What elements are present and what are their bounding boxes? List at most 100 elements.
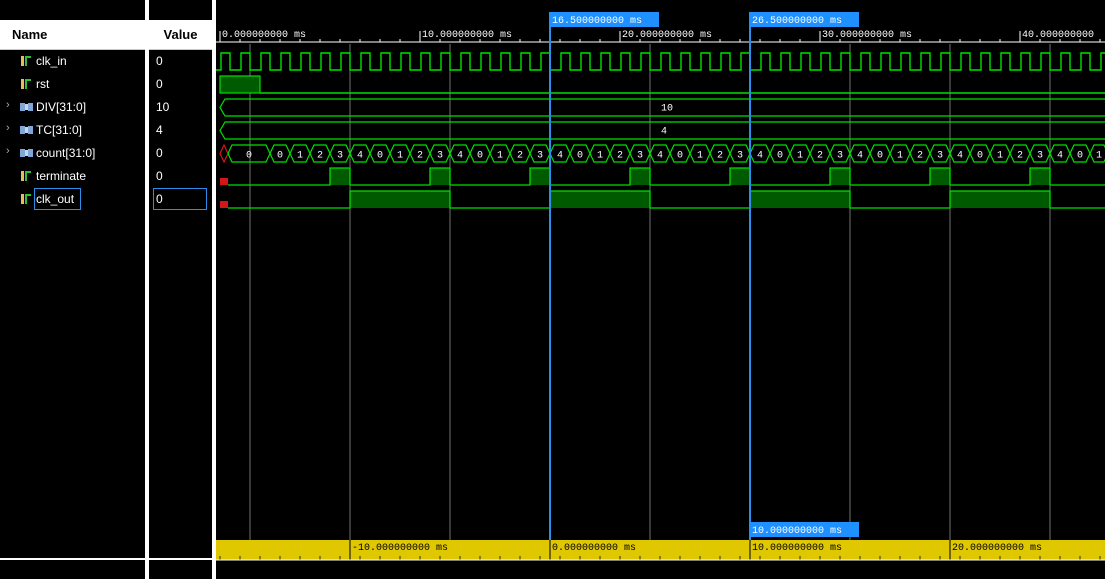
- count-value-label: 3: [337, 151, 343, 162]
- bit-signal-icon: [20, 193, 32, 205]
- div-bus-value: 10: [661, 104, 673, 115]
- ruler-time-label: 40.000000000: [1022, 30, 1094, 41]
- names-footer-line: [0, 558, 145, 560]
- count-value-label: 1: [497, 151, 503, 162]
- signal-row-tc[interactable]: › TC[31:0]: [0, 119, 145, 141]
- count-value-label: 1: [597, 151, 603, 162]
- expand-chevron-icon[interactable]: ›: [6, 99, 10, 111]
- bus-signal-icon: [20, 124, 33, 136]
- count-value-label: 2: [817, 151, 823, 162]
- signal-row-count[interactable]: › count[31:0]: [0, 142, 145, 164]
- terminate-high-pulse: [430, 168, 450, 185]
- signal-value: 0: [156, 146, 163, 160]
- count-value-label: 4: [457, 151, 463, 162]
- rst-high-pulse: [219, 75, 261, 94]
- signal-name: count[31:0]: [36, 146, 96, 160]
- count-value-label: 0: [377, 151, 383, 162]
- signal-row-rst[interactable]: rst: [0, 73, 145, 95]
- signal-value-cell[interactable]: 10: [149, 96, 212, 118]
- signal-row-clk_out[interactable]: clk_out: [0, 188, 145, 210]
- clk-out-high-period: [950, 191, 1050, 208]
- expand-chevron-icon[interactable]: ›: [6, 122, 10, 134]
- signal-value-cell[interactable]: 0: [149, 50, 212, 72]
- terminate-high-pulse: [1030, 168, 1050, 185]
- signal-value: 4: [156, 123, 163, 137]
- count-value-label: 0: [1077, 151, 1083, 162]
- count-value-label: 4: [357, 151, 363, 162]
- bit-signal-icon: [20, 170, 32, 182]
- signal-name: TC[31:0]: [36, 123, 83, 137]
- count-value-label: 3: [437, 151, 443, 162]
- count-value-label: 1: [397, 151, 403, 162]
- clk-out-high-period: [350, 191, 450, 208]
- count-value-label: 4: [757, 151, 763, 162]
- terminate-high-pulse: [830, 168, 850, 185]
- waveform-canvas[interactable]: 0.000000000 ms 10.000000000 ms 20.00000000…: [216, 0, 1105, 579]
- signal-row-terminate[interactable]: terminate: [0, 165, 145, 187]
- count-value-label: 1: [697, 151, 703, 162]
- count-value-label: 2: [1017, 151, 1023, 162]
- count-value-label: 4: [957, 151, 963, 162]
- count-value-label: 1: [1096, 151, 1102, 162]
- count-value-label: 0: [877, 151, 883, 162]
- signal-value-cell[interactable]: 0: [149, 165, 212, 187]
- ruler-time-label: 30.000000000 ms: [822, 30, 912, 41]
- bit-signal-icon: [20, 78, 32, 90]
- count-value-label: 4: [1057, 151, 1063, 162]
- count-value-label: 2: [717, 151, 723, 162]
- count-value-label: 2: [317, 151, 323, 162]
- terminate-undefined-marker: [220, 178, 228, 185]
- signal-value-cell[interactable]: 0: [149, 73, 212, 95]
- cursor-delta-label: 10.000000000 ms: [752, 526, 842, 537]
- values-footer-line: [149, 558, 212, 560]
- count-value-label: 3: [1037, 151, 1043, 162]
- value-column-header[interactable]: Value: [149, 20, 212, 50]
- signal-row-clk_in[interactable]: clk_in: [0, 50, 145, 72]
- terminate-waveform: [228, 167, 1105, 186]
- signal-value: 0: [156, 169, 163, 183]
- bottom-ruler-label: 10.000000000 ms: [752, 543, 842, 554]
- count-value-label: 4: [857, 151, 863, 162]
- clk-out-high-period: [750, 191, 850, 208]
- count-value-label: 0: [246, 151, 252, 162]
- signal-row-div[interactable]: › DIV[31:0]: [0, 96, 145, 118]
- count-value-label: 1: [297, 151, 303, 162]
- terminate-high-pulse: [330, 168, 350, 185]
- signal-value: 10: [156, 100, 170, 114]
- ruler-time-label: 20.000000000 ms: [622, 30, 712, 41]
- bottom-ruler-label: 20.000000000 ms: [952, 543, 1042, 554]
- count-value-label: 2: [517, 151, 523, 162]
- signal-value-cell[interactable]: 0: [149, 188, 212, 210]
- count-undefined-marker: [219, 143, 229, 164]
- clk-out-high-period: [550, 191, 650, 208]
- signal-value-cell[interactable]: 0: [149, 142, 212, 164]
- count-value-label: 1: [997, 151, 1003, 162]
- count-value-label: 2: [917, 151, 923, 162]
- count-value-label: 3: [937, 151, 943, 162]
- count-value-label: 3: [737, 151, 743, 162]
- count-value-label: 0: [477, 151, 483, 162]
- count-value-label: 0: [277, 151, 283, 162]
- count-value-label: 2: [417, 151, 423, 162]
- ruler-time-label: 10.000000000 ms: [422, 30, 512, 41]
- count-value-label: 1: [797, 151, 803, 162]
- count-value-label: 0: [777, 151, 783, 162]
- signal-name: terminate: [36, 169, 87, 183]
- terminate-high-pulse: [930, 168, 950, 185]
- count-value-label: 2: [617, 151, 623, 162]
- count-value-label: 0: [977, 151, 983, 162]
- signal-value: 0: [156, 54, 163, 68]
- terminate-high-pulse: [630, 168, 650, 185]
- cursor-time-label: 26.500000000 ms: [752, 16, 842, 27]
- bottom-ruler-label: 0.000000000 ms: [552, 543, 636, 554]
- terminate-high-pulse: [730, 168, 750, 185]
- count-value-label: 3: [637, 151, 643, 162]
- signal-name: clk_out: [36, 192, 75, 206]
- signal-name: DIV[31:0]: [36, 100, 87, 114]
- count-value-label: 3: [537, 151, 543, 162]
- bus-signal-icon: [20, 101, 33, 113]
- name-column-header[interactable]: Name: [0, 20, 145, 50]
- signal-value-cell[interactable]: 4: [149, 119, 212, 141]
- expand-chevron-icon[interactable]: ›: [6, 145, 10, 157]
- bottom-ruler-label: -10.000000000 ms: [352, 543, 448, 554]
